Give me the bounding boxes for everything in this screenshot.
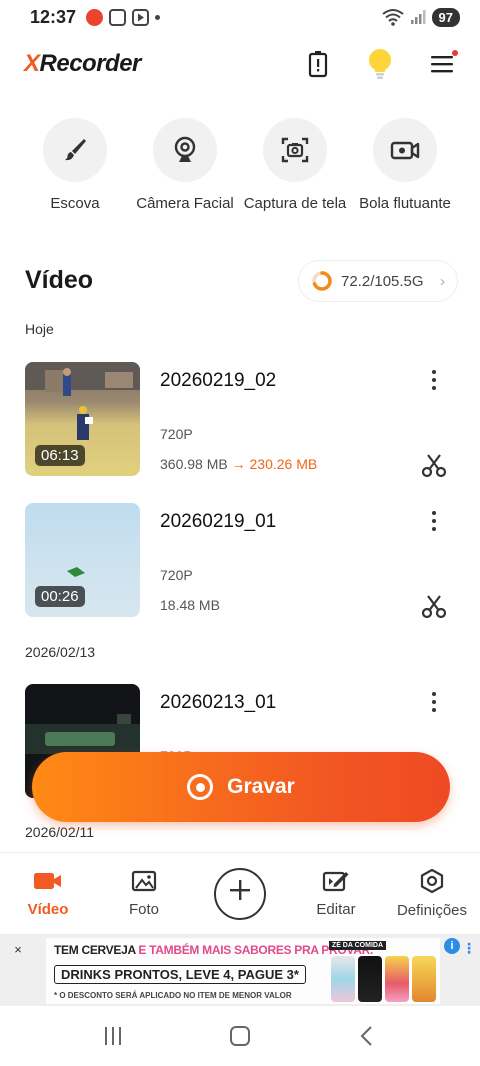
- status-bar: 12:37 97: [0, 0, 480, 34]
- photo-icon: [131, 870, 157, 892]
- signal-icon: [410, 10, 426, 24]
- tab-add[interactable]: [195, 867, 285, 920]
- battery-alert-icon: [308, 51, 328, 78]
- storage-text: 72.2/105.5G: [341, 272, 424, 290]
- tool-screenshot[interactable]: Captura de tela: [240, 118, 350, 214]
- ad-banner[interactable]: × TEM CERVEJA E TAMBÉM MAIS SABORES PRA …: [0, 934, 480, 1006]
- status-time: 12:37: [30, 6, 77, 27]
- record-label: Gravar: [227, 775, 295, 798]
- tool-face-camera[interactable]: Câmera Facial: [130, 118, 240, 214]
- screenshot-icon: [281, 137, 309, 163]
- floating-ball-icon: [390, 141, 420, 160]
- back-icon[interactable]: [356, 1025, 378, 1047]
- video-resolution: 720P: [160, 567, 193, 583]
- more-options-icon[interactable]: [427, 511, 441, 531]
- trim-button[interactable]: [421, 593, 447, 624]
- video-size: 18.48 MB: [160, 597, 220, 613]
- video-item[interactable]: 00:26 20260219_01 720P 18.48 MB: [25, 503, 455, 619]
- date-label: 2026/02/11: [25, 824, 95, 840]
- battery-saver-button[interactable]: [304, 50, 332, 78]
- ad-creative[interactable]: TEM CERVEJA E TAMBÉM MAIS SABORES PRA PR…: [46, 938, 440, 1004]
- video-item[interactable]: 06:13 20260219_02 720P 360.98 MB → 230.2…: [25, 362, 455, 478]
- video-camera-icon: [34, 873, 61, 889]
- record-button[interactable]: Gravar: [32, 752, 450, 822]
- trim-button[interactable]: [421, 452, 447, 483]
- date-label: Hoje: [25, 321, 54, 337]
- tool-brush[interactable]: Escova: [20, 118, 130, 214]
- scissors-icon: [421, 595, 447, 619]
- tab-video[interactable]: Vídeo: [3, 869, 93, 918]
- section-title: Vídeo: [25, 266, 94, 294]
- battery-badge: 97: [431, 7, 460, 27]
- tool-floating-ball[interactable]: Bola flutuante: [350, 118, 460, 214]
- more-options-icon[interactable]: [427, 692, 441, 712]
- tools-row: Escova Câmera Facial Captura de tela Bol…: [20, 118, 460, 214]
- hamburger-menu-icon: [431, 56, 453, 73]
- video-thumbnail[interactable]: 00:26: [25, 503, 140, 617]
- tips-button[interactable]: [366, 49, 394, 79]
- storage-ring-icon: [312, 271, 332, 291]
- video-duration: 06:13: [35, 445, 85, 466]
- video-title: 20260219_01: [160, 511, 277, 532]
- date-label: 2026/02/13: [25, 644, 96, 660]
- scissors-icon: [421, 454, 447, 478]
- recent-apps-icon[interactable]: [102, 1025, 124, 1047]
- system-navigation: [0, 1006, 480, 1066]
- notification-app-icon: [86, 8, 104, 26]
- brush-icon: [65, 139, 86, 161]
- ad-offer: DRINKS PRONTOS, LEVE 4, PAGUE 3*: [54, 965, 306, 984]
- tool-label: Escova: [50, 195, 100, 212]
- video-title: 20260219_02: [160, 370, 277, 391]
- settings-icon: [420, 868, 444, 894]
- plus-icon: [214, 867, 266, 920]
- storage-button[interactable]: 72.2/105.5G ›: [298, 260, 458, 302]
- home-icon[interactable]: [228, 1024, 252, 1048]
- menu-button[interactable]: [428, 50, 458, 78]
- video-duration: 00:26: [35, 586, 85, 607]
- chevron-right-icon: ›: [440, 272, 445, 290]
- tool-label: Captura de tela: [243, 195, 347, 212]
- video-size: 360.98 MB → 230.26 MB: [160, 456, 318, 472]
- more-options-icon[interactable]: [427, 370, 441, 390]
- ad-more-icon[interactable]: ⋮: [462, 940, 476, 957]
- edit-icon: [322, 871, 349, 892]
- video-resolution: 720P: [160, 426, 193, 442]
- wifi-icon: [381, 9, 404, 26]
- gallery-icon: [109, 8, 127, 26]
- ad-info-icon[interactable]: i: [444, 938, 460, 954]
- tool-label: Câmera Facial: [136, 195, 234, 212]
- dot-icon: [155, 14, 161, 20]
- arrow-right-icon: →: [231, 456, 246, 472]
- record-icon: [187, 774, 214, 800]
- webcam-icon: [174, 136, 196, 162]
- tab-edit[interactable]: Editar: [291, 869, 381, 918]
- app-logo: XRecorder: [24, 50, 141, 77]
- tab-photo[interactable]: Foto: [99, 869, 189, 918]
- video-title: 20260213_01: [160, 692, 277, 713]
- tab-settings[interactable]: Definições: [387, 868, 477, 919]
- ad-headline: TEM CERVEJA E TAMBÉM MAIS SABORES PRA PR…: [54, 943, 373, 957]
- tool-label: Bola flutuante: [359, 195, 451, 212]
- bottom-navigation: Vídeo Foto Editar Definições: [0, 852, 480, 934]
- close-icon[interactable]: ×: [10, 942, 26, 958]
- notification-dot: [452, 50, 458, 56]
- ad-brand: ZÉ DA COMIDA: [328, 941, 386, 950]
- lightbulb-icon: [369, 49, 391, 79]
- play-store-icon: [132, 8, 150, 26]
- video-thumbnail[interactable]: 06:13: [25, 362, 140, 476]
- app-header: XRecorder: [0, 40, 480, 88]
- compressed-size: 230.26 MB: [249, 456, 318, 472]
- ad-product-image: [331, 956, 436, 1002]
- ad-disclaimer: * O DESCONTO SERÁ APLICADO NO ITEM DE ME…: [54, 991, 292, 1000]
